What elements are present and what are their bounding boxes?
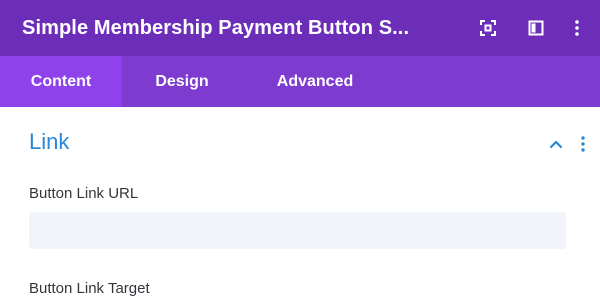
more-vertical-icon[interactable] (563, 14, 591, 42)
tab-bar: Content Design Advanced (0, 56, 600, 107)
tab-advanced[interactable]: Advanced (242, 56, 388, 107)
button-link-target-label: Button Link Target (29, 280, 150, 297)
tab-content[interactable]: Content (0, 56, 122, 107)
section-more-icon[interactable] (576, 134, 590, 154)
link-section-header[interactable]: Link (0, 107, 600, 169)
focus-icon[interactable] (474, 14, 502, 42)
tab-design[interactable]: Design (122, 56, 242, 107)
chevron-up-icon[interactable] (546, 134, 566, 154)
button-link-url-input[interactable] (29, 212, 566, 249)
section-title: Link (29, 129, 70, 154)
modal-header: Simple Membership Payment Button S... (0, 0, 600, 56)
split-view-icon[interactable] (522, 14, 550, 42)
modal-title: Simple Membership Payment Button S... (22, 17, 410, 39)
button-link-url-label: Button Link URL (29, 185, 139, 202)
